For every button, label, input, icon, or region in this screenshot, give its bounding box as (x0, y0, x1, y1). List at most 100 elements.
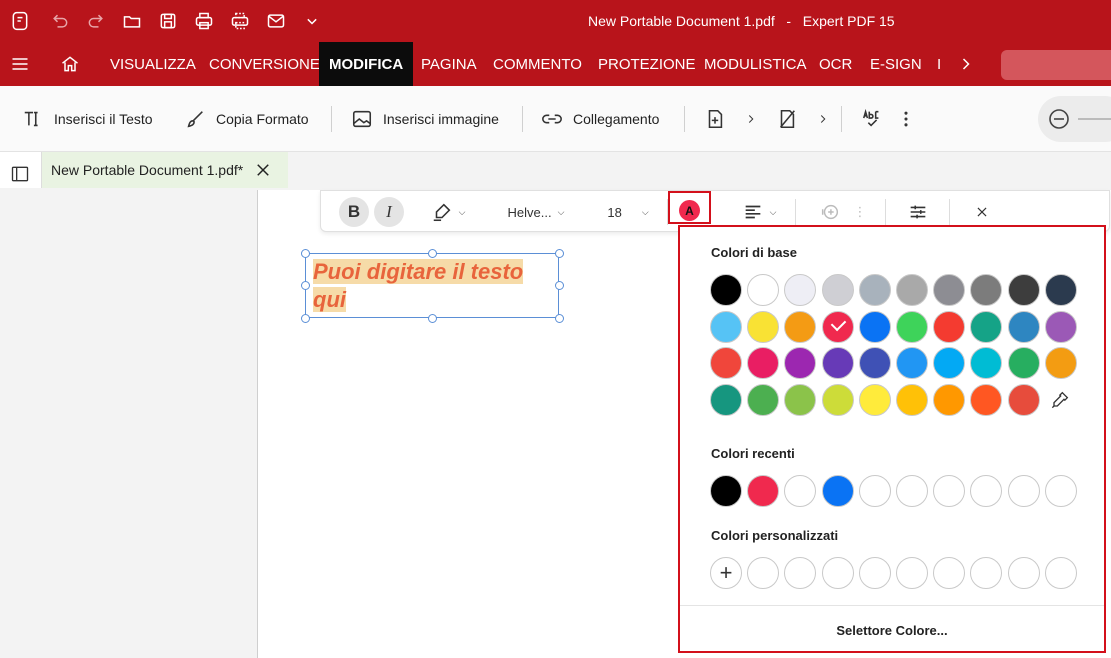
basic-color-swatch[interactable] (1007, 347, 1040, 379)
custom-color-swatch[interactable] (821, 557, 854, 589)
basic-color-swatch[interactable] (1007, 274, 1040, 306)
document-tab[interactable]: New Portable Document 1.pdf* (42, 152, 288, 188)
highlight-color-button[interactable]: ⌵ (423, 199, 473, 225)
add-custom-color-button[interactable]: + (710, 557, 742, 589)
basic-color-swatch[interactable] (933, 347, 966, 379)
recent-color-swatch[interactable] (970, 475, 1003, 507)
basic-color-swatch[interactable] (821, 274, 854, 306)
panel-toggle-icon[interactable] (10, 164, 32, 186)
custom-color-swatch[interactable] (896, 557, 928, 589)
basic-color-swatch[interactable] (896, 310, 928, 343)
recent-color-swatch[interactable] (821, 475, 854, 507)
scan-print-icon[interactable] (228, 9, 252, 33)
basic-color-swatch[interactable] (970, 310, 1003, 343)
italic-button[interactable]: I (374, 197, 404, 227)
basic-color-swatch[interactable] (1007, 383, 1040, 416)
basic-color-swatch[interactable] (784, 383, 817, 416)
basic-color-swatch[interactable] (747, 310, 780, 343)
recent-color-swatch[interactable] (858, 475, 891, 507)
basic-color-swatch[interactable] (710, 310, 742, 343)
text-box[interactable]: Puoi digitare il testo qui (301, 249, 564, 323)
basic-color-swatch[interactable] (970, 274, 1003, 306)
basic-color-swatch[interactable] (1044, 310, 1077, 343)
resize-handle[interactable] (428, 314, 437, 323)
chevron-right-icon[interactable] (744, 106, 768, 132)
basic-color-swatch[interactable] (858, 274, 891, 306)
hamburger-menu-icon[interactable] (8, 52, 32, 76)
custom-color-swatch[interactable] (858, 557, 891, 589)
custom-color-swatch[interactable] (1007, 557, 1040, 589)
zoom-out-icon[interactable] (1047, 107, 1071, 131)
close-format-bar-button[interactable] (967, 199, 997, 225)
basic-color-swatch[interactable] (784, 310, 817, 343)
basic-color-swatch[interactable] (1044, 347, 1077, 379)
zoom-control[interactable] (1038, 96, 1111, 142)
basic-color-swatch[interactable] (784, 347, 817, 379)
basic-color-swatch[interactable] (970, 383, 1003, 416)
basic-color-swatch[interactable] (858, 347, 891, 379)
basic-color-swatch[interactable] (747, 274, 780, 306)
recent-color-swatch[interactable] (1007, 475, 1040, 507)
spell-check-button[interactable] (861, 106, 893, 132)
home-icon[interactable] (58, 52, 82, 76)
zoom-slider[interactable] (1078, 118, 1111, 120)
tab-protezione[interactable]: PROTEZIONE (598, 42, 696, 86)
text-box-content[interactable]: Puoi digitare il testo qui (313, 258, 553, 314)
recent-color-swatch[interactable] (933, 475, 966, 507)
print-icon[interactable] (192, 9, 216, 33)
recent-color-swatch[interactable] (896, 475, 928, 507)
resize-handle[interactable] (428, 249, 437, 258)
basic-color-swatch[interactable] (858, 310, 891, 343)
tab-modulistica[interactable]: MODULISTICA (704, 42, 807, 86)
tab-ocr[interactable]: OCR (819, 42, 852, 86)
recent-color-swatch[interactable] (784, 475, 817, 507)
basic-color-swatch[interactable] (858, 383, 891, 416)
font-size-select[interactable]: 18 ⌵ (603, 199, 653, 225)
recent-color-swatch[interactable] (710, 475, 742, 507)
tab-conversione[interactable]: CONVERSIONE (209, 42, 320, 86)
custom-color-swatch[interactable] (933, 557, 966, 589)
delete-page-button[interactable] (776, 106, 808, 132)
resize-handle[interactable] (301, 281, 310, 290)
mail-icon[interactable] (264, 9, 288, 33)
bold-button[interactable]: B (339, 197, 369, 227)
recent-color-swatch[interactable] (747, 475, 780, 507)
insert-text-button[interactable]: Inserisci il Testo (22, 106, 153, 132)
basic-color-swatch[interactable] (710, 383, 742, 416)
basic-color-swatch[interactable] (1007, 310, 1040, 343)
custom-color-swatch[interactable] (970, 557, 1003, 589)
basic-color-swatch[interactable] (933, 310, 966, 343)
save-icon[interactable] (156, 9, 180, 33)
basic-color-swatch[interactable] (896, 274, 928, 306)
basic-color-swatch[interactable] (821, 347, 854, 379)
basic-color-swatch[interactable] (933, 274, 966, 306)
basic-color-swatch[interactable] (821, 310, 854, 343)
basic-color-swatch[interactable] (896, 383, 928, 416)
resize-handle[interactable] (555, 281, 564, 290)
basic-color-swatch[interactable] (1044, 274, 1077, 306)
settings-sliders-button[interactable] (903, 199, 933, 225)
resize-handle[interactable] (301, 314, 310, 323)
chevron-right-icon[interactable] (816, 106, 840, 132)
basic-color-swatch[interactable] (970, 347, 1003, 379)
custom-color-swatch[interactable] (784, 557, 817, 589)
basic-color-swatch[interactable] (747, 347, 780, 379)
basic-color-swatch[interactable] (933, 383, 966, 416)
eyedropper-icon[interactable] (1043, 385, 1075, 417)
font-color-button[interactable]: A (668, 191, 711, 224)
app-logo-icon[interactable] (8, 9, 32, 33)
close-icon[interactable] (254, 161, 272, 179)
search-input[interactable] (1001, 50, 1111, 80)
add-page-button[interactable] (704, 106, 736, 132)
basic-color-swatch[interactable] (747, 383, 780, 416)
undo-icon[interactable] (48, 9, 72, 33)
resize-handle[interactable] (301, 249, 310, 258)
tab-commento[interactable]: COMMENTO (493, 42, 582, 86)
link-button[interactable]: Collegamento (541, 106, 659, 132)
add-field-button[interactable] (815, 199, 845, 225)
tab-esign[interactable]: E-SIGN (870, 42, 922, 86)
more-options-icon[interactable]: ⋮ (853, 199, 867, 225)
copy-format-button[interactable]: Copia Formato (184, 106, 309, 132)
redo-icon[interactable] (84, 9, 108, 33)
open-folder-icon[interactable] (120, 9, 144, 33)
